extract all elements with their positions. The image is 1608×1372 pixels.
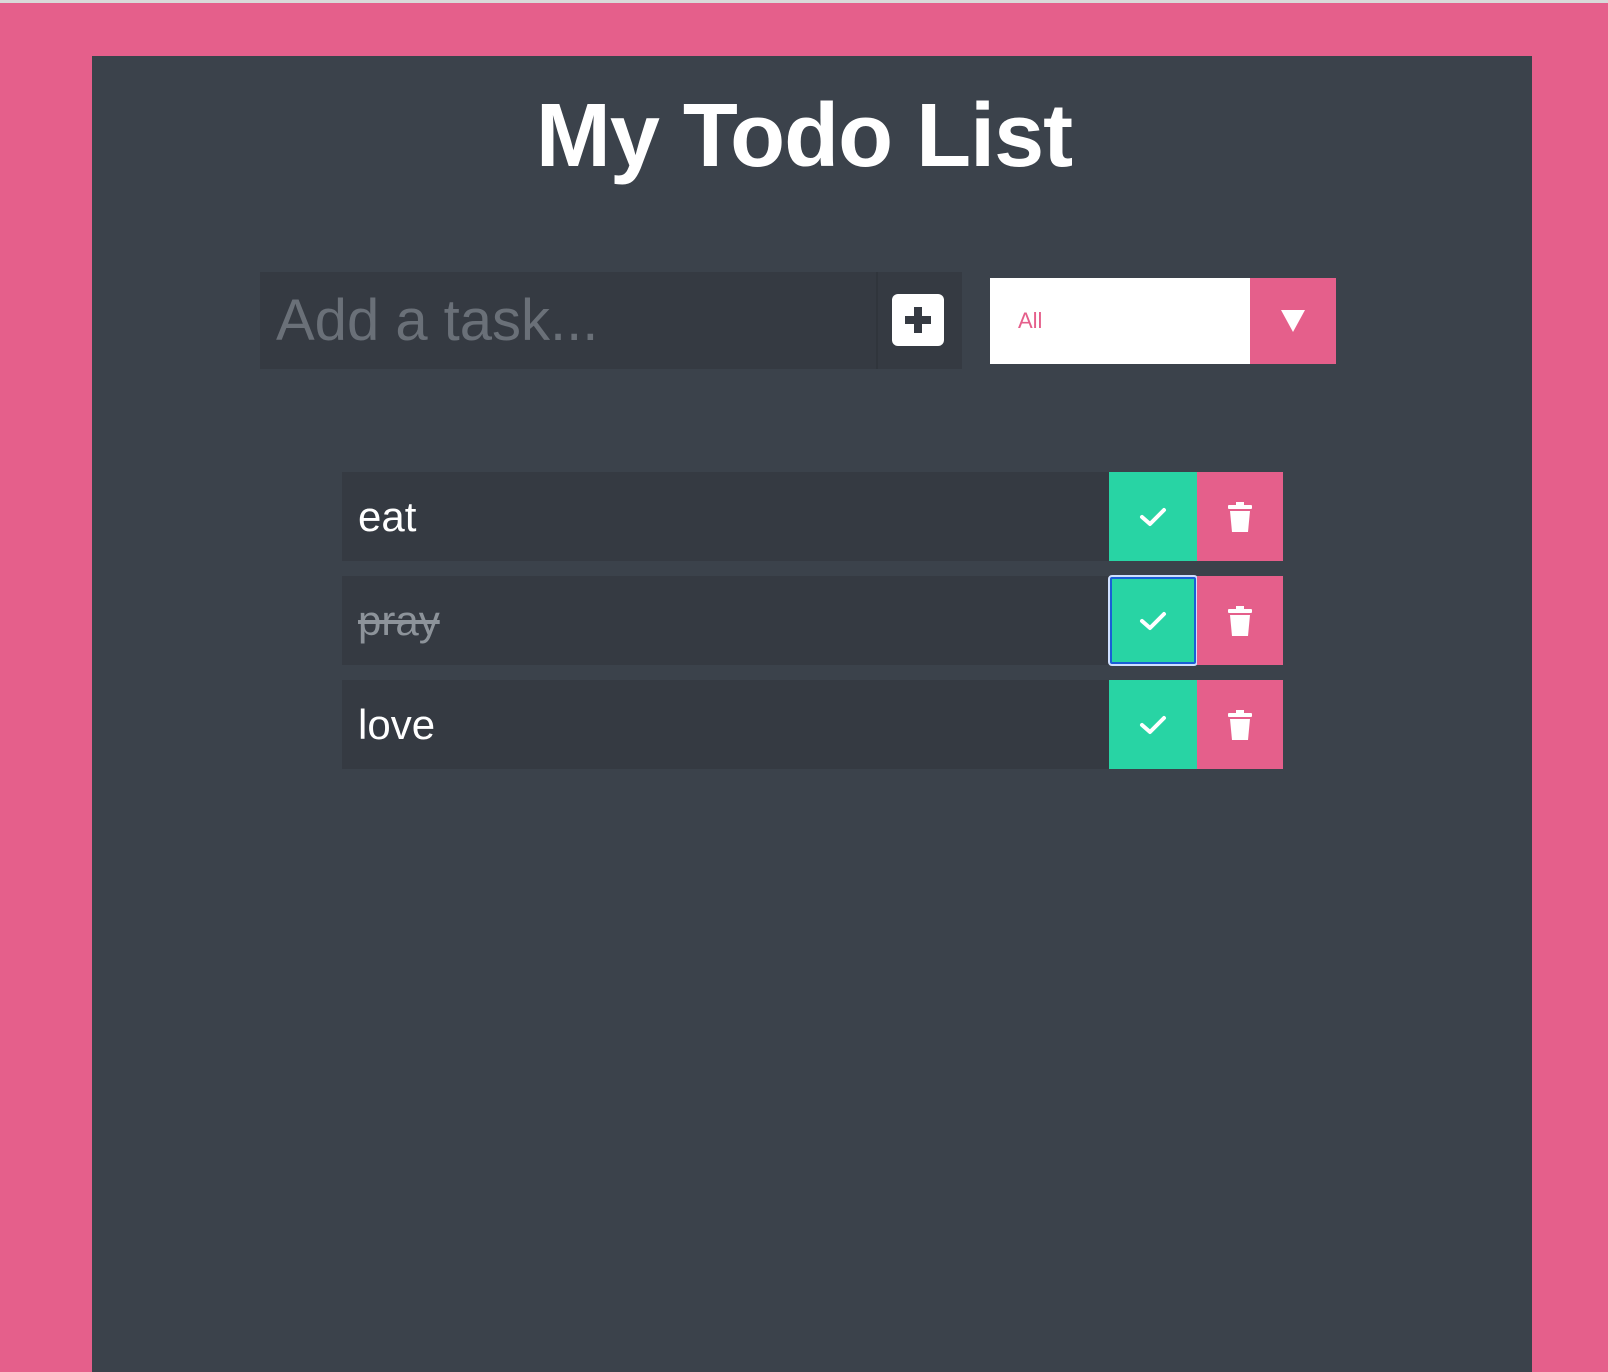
todo-item-text: love [358, 700, 436, 748]
window-top-strip [0, 0, 1608, 3]
page-title: My Todo List [535, 86, 1073, 186]
todo-item-text: pray [358, 596, 440, 644]
triangle-down-icon [1281, 310, 1305, 332]
trash-icon [1228, 501, 1252, 532]
plus-square-icon [905, 307, 931, 333]
todo-item: love [342, 680, 1283, 769]
todo-item: eat [342, 472, 1283, 561]
complete-button[interactable] [1108, 575, 1198, 666]
add-task-divider [876, 272, 878, 369]
complete-button[interactable] [1109, 680, 1197, 769]
todo-list: eat pray love [342, 472, 1283, 784]
delete-button[interactable] [1197, 680, 1283, 769]
filter-selected-value: All [1018, 308, 1043, 333]
todo-item-text: eat [358, 492, 417, 540]
add-task-button[interactable] [892, 294, 944, 346]
trash-icon [1228, 605, 1252, 636]
filter-select[interactable]: All [990, 278, 1336, 364]
check-icon [1140, 507, 1166, 526]
todo-item: pray [342, 575, 1283, 666]
complete-button[interactable] [1109, 472, 1197, 561]
filter-dropdown-button[interactable] [1250, 278, 1336, 364]
trash-icon [1228, 709, 1252, 740]
add-task-form [260, 272, 962, 369]
check-icon [1140, 715, 1166, 734]
add-task-input[interactable] [260, 272, 860, 369]
check-icon [1140, 611, 1166, 630]
delete-button[interactable] [1197, 576, 1283, 665]
delete-button[interactable] [1197, 472, 1283, 561]
